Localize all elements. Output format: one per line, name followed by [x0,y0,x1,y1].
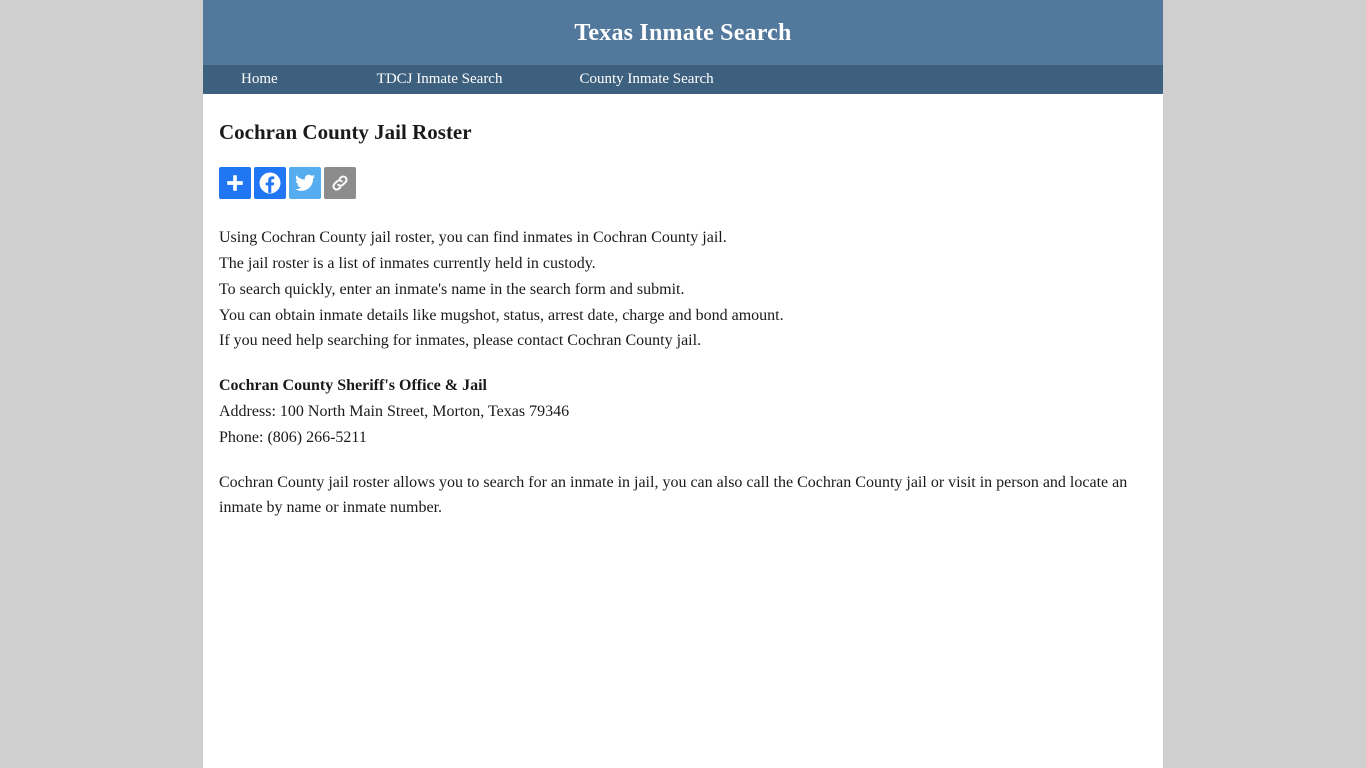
main-content: Cochran County Jail Roster Using Cochran… [203,94,1163,522]
site-title: Texas Inmate Search [574,19,792,46]
nav-item-home[interactable]: Home [241,65,278,94]
twitter-share-button[interactable] [289,167,321,200]
link-icon [329,172,351,194]
intro-line: You can obtain inmate details like mugsh… [219,306,784,324]
sheriff-office-address: Address: 100 North Main Street, Morton, … [219,402,570,420]
addthis-share-button[interactable] [219,167,251,200]
nav-item-county-inmate-search[interactable]: County Inmate Search [579,65,713,94]
facebook-share-button[interactable] [254,167,286,200]
intro-line: To search quickly, enter an inmate's nam… [219,280,685,298]
intro-line: Using Cochran County jail roster, you ca… [219,229,727,247]
sheriff-office-block: Cochran County Sheriff's Office & Jail A… [219,373,1147,450]
facebook-icon [258,171,282,195]
site-header: Texas Inmate Search [203,0,1163,65]
share-bar [219,167,1147,200]
intro-line: The jail roster is a list of inmates cur… [219,254,596,272]
page-container: Texas Inmate Search Home TDCJ Inmate Sea… [203,0,1163,768]
closing-paragraph: Cochran County jail roster allows you to… [219,473,1128,517]
intro-text-block: Using Cochran County jail roster, you ca… [219,225,1147,354]
sheriff-office-name: Cochran County Sheriff's Office & Jail [219,377,487,395]
main-navigation: Home TDCJ Inmate Search County Inmate Se… [203,65,1163,94]
copy-link-share-button[interactable] [324,167,356,200]
sheriff-office-phone: Phone: (806) 266-5211 [219,428,367,446]
plus-icon [224,172,246,194]
nav-item-tdcj-inmate-search[interactable]: TDCJ Inmate Search [377,65,503,94]
intro-line: If you need help searching for inmates, … [219,332,702,350]
twitter-icon [294,172,316,194]
page-title: Cochran County Jail Roster [219,120,472,144]
